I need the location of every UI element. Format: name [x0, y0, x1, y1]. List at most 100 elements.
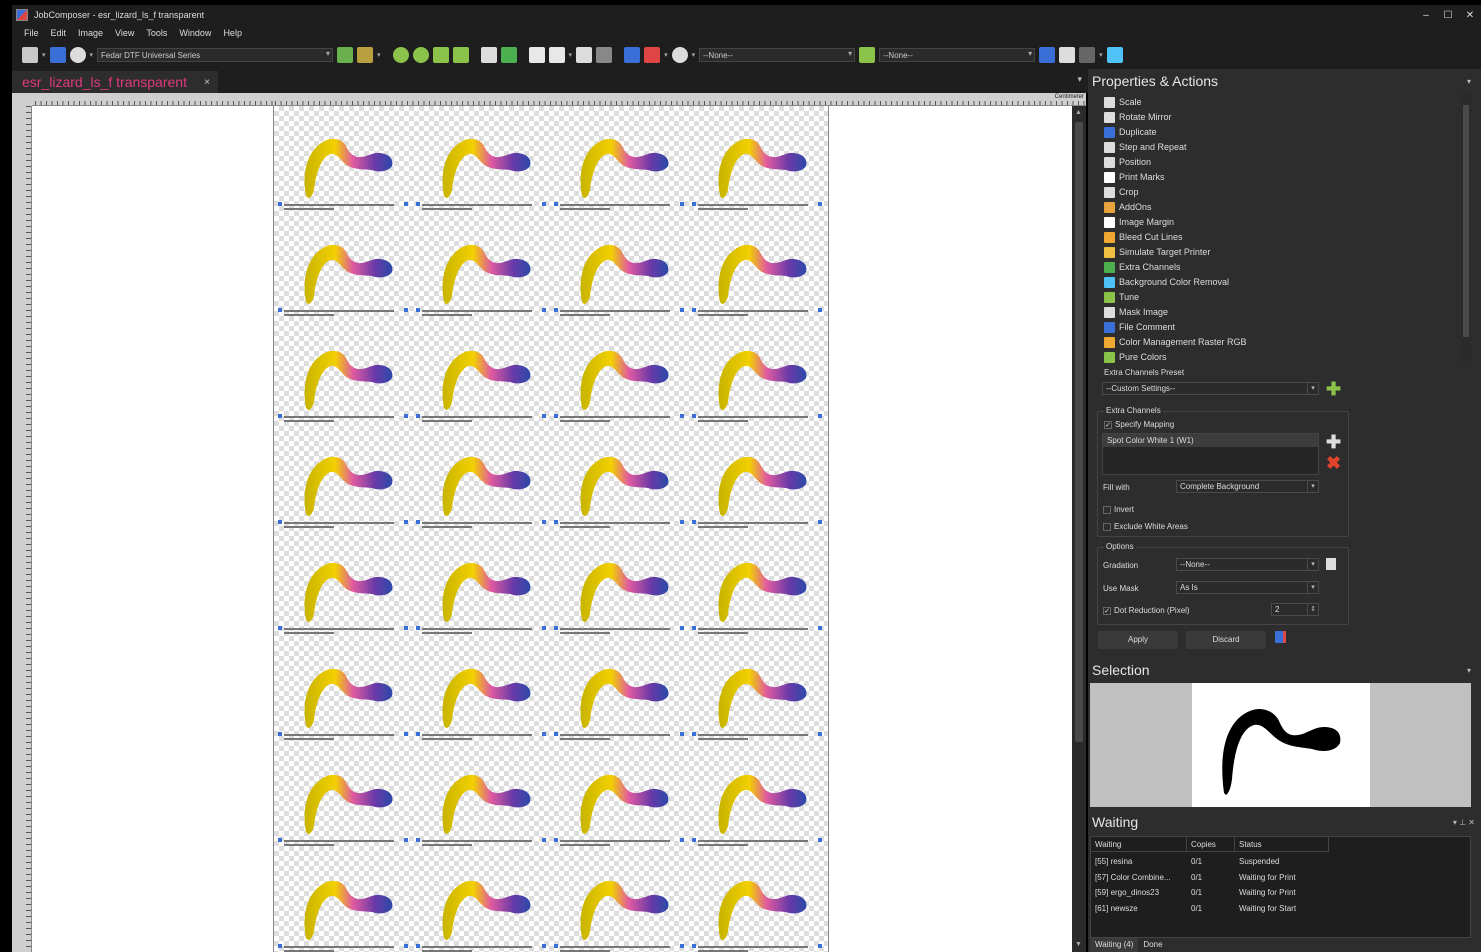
- panel-menu-icon[interactable]: ▾: [1467, 666, 1471, 675]
- table-cell[interactable]: [57] Color Combine...: [1091, 870, 1187, 885]
- chevron-down-icon[interactable]: ▾: [377, 51, 381, 59]
- chevron-down-icon[interactable]: ▾: [569, 51, 573, 59]
- menu-edit[interactable]: Edit: [51, 28, 67, 38]
- gear-icon[interactable]: [357, 47, 374, 63]
- scroll-up-icon[interactable]: ▲: [1075, 109, 1082, 116]
- action-item[interactable]: Extra Channels: [1104, 260, 1181, 274]
- table-cell[interactable]: Waiting for Print: [1235, 885, 1329, 900]
- tiled-image[interactable]: [692, 426, 830, 532]
- stepper-icon[interactable]: ⇕: [1307, 604, 1318, 615]
- tiled-image[interactable]: [278, 744, 416, 850]
- action-item[interactable]: Rotate Mirror: [1104, 110, 1172, 124]
- add-preset-button[interactable]: ✚: [1326, 380, 1341, 398]
- tiled-image[interactable]: [554, 426, 692, 532]
- minimize-button[interactable]: –: [1415, 10, 1437, 21]
- tiled-image[interactable]: [554, 744, 692, 850]
- tiled-image[interactable]: [554, 108, 692, 214]
- add-file-icon[interactable]: [548, 47, 565, 63]
- action-item[interactable]: Print Marks: [1104, 170, 1165, 184]
- edit-icon[interactable]: [1326, 558, 1336, 570]
- tiled-image[interactable]: [278, 426, 416, 532]
- preset-select[interactable]: --Custom Settings-- ▾: [1102, 382, 1319, 395]
- tiled-image[interactable]: [692, 638, 830, 744]
- close-icon[interactable]: ×: [204, 77, 210, 88]
- menu-file[interactable]: File: [24, 28, 39, 38]
- profile-select-2[interactable]: --None--: [879, 48, 1036, 62]
- export-icon[interactable]: [624, 47, 641, 63]
- tab-dropdown-icon[interactable]: ▾: [1077, 74, 1082, 85]
- zoom-out-icon[interactable]: [412, 47, 429, 63]
- close-button[interactable]: ✕: [1459, 10, 1481, 21]
- table-cell[interactable]: 0/1: [1187, 854, 1235, 869]
- column-header[interactable]: Copies: [1187, 837, 1235, 852]
- tab-document[interactable]: esr_lizard_ls_f transparent ×: [12, 71, 218, 93]
- fit-width-icon[interactable]: [432, 47, 449, 63]
- table-cell[interactable]: [61] newsze: [1091, 901, 1187, 916]
- add-page-icon[interactable]: [528, 47, 545, 63]
- tiled-image[interactable]: [416, 744, 554, 850]
- remove-channel-button[interactable]: ✖: [1326, 454, 1341, 472]
- action-item[interactable]: Background Color Removal: [1104, 275, 1229, 289]
- layout-grid-icon[interactable]: [1059, 47, 1076, 63]
- split-icon[interactable]: [576, 47, 593, 63]
- tiled-image[interactable]: [692, 532, 830, 638]
- panels-icon[interactable]: [1079, 47, 1096, 63]
- add-channel-button[interactable]: ✚: [1326, 433, 1341, 451]
- channel-item[interactable]: Spot Color White 1 (W1): [1103, 434, 1318, 447]
- tiled-image[interactable]: [554, 320, 692, 426]
- profile-select[interactable]: --None--: [699, 48, 856, 62]
- tiled-image[interactable]: [416, 214, 554, 320]
- canvas-scrollbar[interactable]: ▲ ▼: [1072, 106, 1086, 952]
- fill-with-select[interactable]: Complete Background ▾: [1176, 480, 1319, 493]
- tiled-image[interactable]: [416, 638, 554, 744]
- maximize-button[interactable]: ☐: [1437, 10, 1459, 21]
- tiled-image[interactable]: [278, 638, 416, 744]
- printer-settings-icon[interactable]: [49, 47, 66, 63]
- canvas[interactable]: [32, 106, 1072, 952]
- color-view-icon[interactable]: [500, 47, 517, 63]
- tiled-image[interactable]: [416, 108, 554, 214]
- filter-icon[interactable]: [596, 47, 613, 63]
- tiled-image[interactable]: [692, 214, 830, 320]
- scroll-down-icon[interactable]: ▼: [1075, 941, 1082, 948]
- target-icon[interactable]: [671, 47, 688, 63]
- target-icon[interactable]: [69, 47, 86, 63]
- table-cell[interactable]: Suspended: [1235, 854, 1329, 869]
- tiled-image[interactable]: [416, 320, 554, 426]
- invert-checkbox[interactable]: Invert: [1103, 505, 1134, 514]
- apply-button[interactable]: Apply: [1098, 631, 1178, 649]
- action-item[interactable]: Scale: [1104, 95, 1142, 109]
- table-cell[interactable]: [55] resina: [1091, 854, 1187, 869]
- tiled-image[interactable]: [278, 108, 416, 214]
- tiled-image[interactable]: [554, 532, 692, 638]
- action-item[interactable]: Step and Repeat: [1104, 140, 1187, 154]
- chevron-down-icon[interactable]: ▾: [664, 51, 668, 59]
- tiled-image[interactable]: [554, 850, 692, 952]
- table-cell[interactable]: 0/1: [1187, 870, 1235, 885]
- layout-icon[interactable]: [22, 47, 38, 63]
- menu-window[interactable]: Window: [179, 28, 211, 38]
- tiled-image[interactable]: [554, 214, 692, 320]
- tiled-image[interactable]: [692, 108, 830, 214]
- channel-list[interactable]: Spot Color White 1 (W1): [1102, 433, 1319, 475]
- color-manage-icon[interactable]: [644, 47, 661, 63]
- tiled-image[interactable]: [278, 850, 416, 952]
- action-item[interactable]: Bleed Cut Lines: [1104, 230, 1183, 244]
- exclude-white-checkbox[interactable]: Exclude White Areas: [1103, 522, 1188, 531]
- action-item[interactable]: Image Margin: [1104, 215, 1174, 229]
- tab-waiting[interactable]: Waiting (4): [1090, 938, 1139, 952]
- table-cell[interactable]: [59] ergo_dinos23: [1091, 885, 1187, 900]
- tiled-image[interactable]: [692, 744, 830, 850]
- tiled-image[interactable]: [416, 426, 554, 532]
- chevron-down-icon[interactable]: ▾: [1099, 51, 1103, 59]
- action-item[interactable]: Duplicate: [1104, 125, 1157, 139]
- action-item[interactable]: Pure Colors: [1104, 350, 1167, 364]
- refresh-icon[interactable]: [1106, 47, 1123, 63]
- tiled-image[interactable]: [416, 850, 554, 952]
- zoom-in-icon[interactable]: [392, 47, 409, 63]
- tiled-image[interactable]: [278, 532, 416, 638]
- action-item[interactable]: Mask Image: [1104, 305, 1168, 319]
- table-cell[interactable]: 0/1: [1187, 885, 1235, 900]
- action-item[interactable]: Position: [1104, 155, 1151, 169]
- action-item[interactable]: Tune: [1104, 290, 1139, 304]
